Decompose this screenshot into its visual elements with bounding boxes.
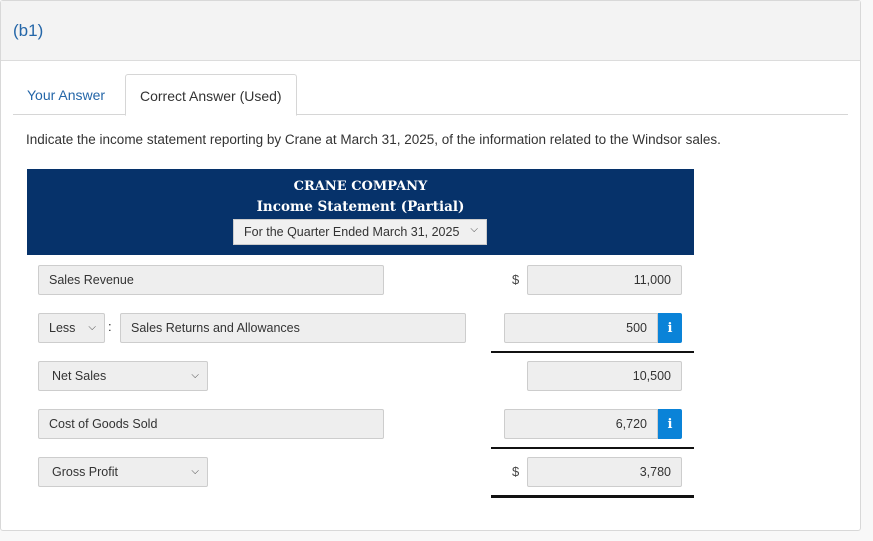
tab-your-answer[interactable]: Your Answer — [13, 74, 119, 115]
statement-header: CRANE COMPANY Income Statement (Partial)… — [27, 169, 694, 255]
company-name: CRANE COMPANY — [293, 179, 428, 194]
row-label: Net Sales — [52, 369, 107, 383]
chevron-down-icon: ⌵ — [191, 370, 199, 381]
statement-title: Income Statement (Partial) — [256, 199, 465, 215]
sales-revenue-amount[interactable]: 11,000 — [527, 265, 682, 295]
chevron-down-icon: ⌵ — [191, 466, 199, 477]
row-label: Gross Profit — [52, 465, 118, 479]
sales-returns-label-field[interactable]: Sales Returns and Allowances — [120, 313, 466, 343]
sales-returns-amount[interactable]: 500 — [504, 313, 658, 343]
gross-profit-amount[interactable]: 3,780 — [527, 457, 682, 487]
part-header: (b1) — [1, 1, 860, 61]
period-select[interactable]: For the Quarter Ended March 31, 2025 ⌵ — [233, 219, 487, 245]
tab-correct-answer[interactable]: Correct Answer (Used) — [125, 74, 297, 116]
net-sales-amount[interactable]: 10,500 — [527, 361, 682, 391]
dollar-sign: $ — [512, 464, 520, 479]
net-sales-select[interactable]: Net Sales ⌵ — [38, 361, 208, 391]
period-value: For the Quarter Ended March 31, 2025 — [244, 225, 460, 239]
colon-separator: : — [108, 319, 112, 334]
amount-value: 10,500 — [632, 369, 671, 383]
sales-revenue-label-field[interactable]: Sales Revenue — [38, 265, 384, 295]
amount-value: 3,780 — [639, 465, 671, 479]
row-label: Sales Returns and Allowances — [131, 321, 300, 335]
amount-value: 500 — [626, 321, 647, 335]
info-icon[interactable]: i — [658, 313, 682, 343]
underline-rule — [491, 351, 694, 353]
info-icon[interactable]: i — [658, 409, 682, 439]
question-text: Indicate the income statement reporting … — [26, 132, 721, 147]
dollar-sign: $ — [512, 272, 520, 287]
prefix-value: Less — [49, 321, 76, 335]
row-label: Cost of Goods Sold — [49, 417, 158, 431]
amount-value: 6,720 — [615, 417, 647, 431]
less-select[interactable]: Less ⌵ — [38, 313, 105, 343]
underline-rule — [491, 447, 694, 449]
cogs-amount[interactable]: 6,720 — [504, 409, 658, 439]
gross-profit-select[interactable]: Gross Profit ⌵ — [38, 457, 208, 487]
question-panel: (b1) Your Answer Correct Answer (Used) I… — [0, 0, 861, 531]
chevron-down-icon: ⌵ — [470, 224, 478, 235]
double-underline-rule — [491, 495, 694, 498]
part-label: (b1) — [13, 21, 44, 40]
answer-tabs: Your Answer Correct Answer (Used) — [13, 74, 848, 116]
cogs-label-field[interactable]: Cost of Goods Sold — [38, 409, 384, 439]
chevron-down-icon: ⌵ — [88, 322, 96, 333]
amount-value: 11,000 — [633, 273, 671, 287]
row-label: Sales Revenue — [49, 273, 134, 287]
